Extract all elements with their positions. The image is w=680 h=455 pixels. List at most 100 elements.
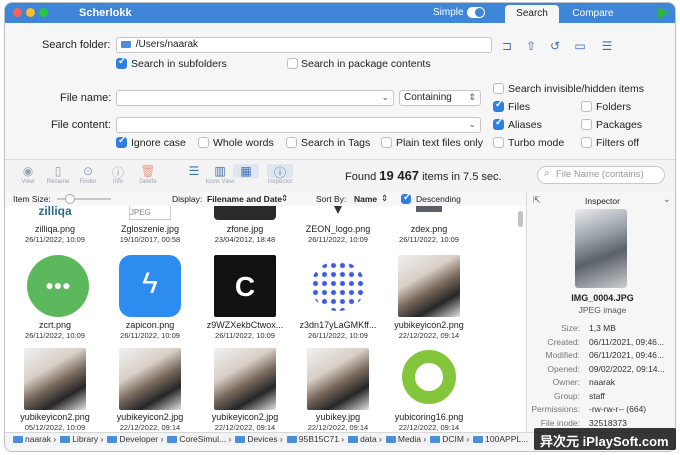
file-thumbnail[interactable] <box>214 348 276 410</box>
files-checkbox[interactable] <box>493 99 504 112</box>
upload-icon[interactable]: ⇧ <box>523 39 539 53</box>
search-subfolders-label: Search in subfolders <box>131 58 227 70</box>
folders-checkbox[interactable] <box>581 101 592 112</box>
file-name: zdex.png <box>410 224 448 234</box>
turbo-mode-checkbox[interactable] <box>493 137 504 148</box>
file-thumbnail[interactable] <box>307 348 369 410</box>
path-segment[interactable]: Media <box>398 434 421 444</box>
file-thumbnail[interactable] <box>307 255 369 317</box>
packages-checkbox[interactable] <box>581 119 592 130</box>
path-segment[interactable]: Devices <box>247 434 277 444</box>
path-segment[interactable]: DCIM <box>442 434 464 444</box>
file-date: 26/11/2022, 10:09 <box>25 331 85 340</box>
filters-off-checkbox[interactable] <box>581 137 592 148</box>
path-segment[interactable]: CoreSimul... <box>179 434 226 444</box>
tab-search[interactable]: Search <box>505 5 559 23</box>
minimize-window-button[interactable] <box>26 8 35 17</box>
stepper-icon: ⇕ <box>281 193 289 203</box>
descending-checkbox[interactable] <box>401 192 411 204</box>
file-thumbnail[interactable] <box>398 255 460 317</box>
inspector-key: Permissions: <box>531 404 580 414</box>
file-thumbnail[interactable] <box>307 206 369 220</box>
filter-search-input[interactable]: File Name (contains) <box>537 166 665 184</box>
file-thumbnail[interactable]: C <box>214 255 276 317</box>
descending-label: Descending <box>416 194 461 204</box>
view-button[interactable]: ◉ View <box>15 164 41 185</box>
finder-button[interactable]: ⊙ Finder <box>75 164 101 185</box>
file-name: z3dn17yLaGMKff... <box>299 320 377 330</box>
item-size-slider[interactable] <box>57 194 111 204</box>
file-thumbnail[interactable] <box>119 348 181 410</box>
path-segment[interactable]: 95B15C71 <box>299 434 339 444</box>
package-contents-checkbox[interactable] <box>287 58 298 69</box>
grid-view-button[interactable]: ▦ <box>233 164 259 178</box>
delete-button[interactable]: 🗑 Delete <box>135 164 161 185</box>
file-date: 22/12/2022, 09:14 <box>307 423 369 432</box>
display-options-bar: Item Size: Display: Filename and Date ⇕ … <box>5 192 525 206</box>
file-thumbnail[interactable]: JPEG <box>119 206 181 220</box>
path-segment[interactable]: Developer <box>119 434 158 444</box>
grid-view-icon: ▦ <box>240 164 252 178</box>
search-folder-label: Search folder: <box>42 39 111 51</box>
file-name: zfone.jpg <box>226 224 264 234</box>
file-thumbnail[interactable]: zilliqa <box>24 206 86 220</box>
rename-button[interactable]: ▯ Rename <box>45 164 71 185</box>
aliases-checkbox[interactable] <box>493 117 504 130</box>
file-name: yubikeyicon2.png <box>394 320 464 330</box>
inspector-panel: ⇱ Inspector ⌄ IMG_0004.JPG JPEG image Si… <box>526 192 675 432</box>
file-date: 22/12/2022, 09:14 <box>119 423 181 432</box>
file-name-mode-select[interactable]: Containing ⇕ <box>399 90 481 106</box>
display-select[interactable]: Filename and Date <box>207 194 282 204</box>
history-icon[interactable]: ↺ <box>547 39 563 53</box>
grid-scrollbar[interactable] <box>518 211 523 227</box>
tab-compare[interactable]: Compare <box>565 5 621 23</box>
list-options-icon[interactable]: ☰ <box>599 39 615 53</box>
open-folder-icon[interactable]: ⊐ <box>499 39 515 53</box>
slider-knob[interactable] <box>65 194 75 204</box>
sort-by-select[interactable]: Name <box>354 194 377 204</box>
icons-view-button[interactable]: ▥ Icons View <box>206 164 235 185</box>
plain-text-label: Plain text files only <box>396 137 483 149</box>
stepper-icon: ⇕ <box>468 92 476 102</box>
whole-words-checkbox[interactable] <box>198 137 209 148</box>
inspector-value: 1,3 MB <box>589 323 616 333</box>
file-content-input[interactable]: ⌄ <box>116 117 481 133</box>
path-segment[interactable]: Library <box>72 434 98 444</box>
search-folder-field[interactable]: /Users/naarak <box>116 37 492 53</box>
inspector-value: -rw-rw-r-- (664) <box>589 404 647 414</box>
close-window-button[interactable] <box>13 8 22 17</box>
list-view-button[interactable]: ☰ <box>181 164 207 179</box>
path-segment[interactable]: naarak <box>25 434 51 444</box>
filters-off-label: Filters off <box>596 137 639 149</box>
search-in-tags-checkbox[interactable] <box>286 137 297 148</box>
pin-icon: ⊙ <box>82 164 94 178</box>
file-thumbnail[interactable] <box>398 348 460 410</box>
folder-icon <box>286 436 297 444</box>
chevron-right-icon: › <box>277 434 283 444</box>
path-segment[interactable]: 100APPL... <box>485 434 528 444</box>
info-button[interactable]: ⓘ Info <box>105 164 131 185</box>
search-subfolders-checkbox[interactable] <box>116 56 127 69</box>
path-segment[interactable]: data <box>360 434 377 444</box>
file-thumbnail[interactable]: ●●● <box>27 255 89 317</box>
plain-text-checkbox[interactable] <box>381 137 392 148</box>
file-date: 05/12/2022, 10:09 <box>24 423 86 432</box>
file-thumbnail[interactable]: ϟ <box>119 255 181 317</box>
simple-mode-toggle[interactable] <box>467 7 485 18</box>
inspector-icon: ⓘ <box>273 166 286 180</box>
chevron-right-icon: › <box>338 434 345 444</box>
saved-searches-icon[interactable]: ▭ <box>572 39 588 53</box>
file-thumbnail[interactable] <box>24 348 86 410</box>
search-in-tags-label: Search in Tags <box>301 137 371 149</box>
ignore-case-checkbox[interactable] <box>116 135 127 148</box>
file-thumbnail[interactable] <box>214 206 276 220</box>
folder-icon <box>13 436 23 444</box>
inspector-button[interactable]: ⓘ Inspector <box>267 164 293 185</box>
start-search-play-icon[interactable] <box>658 7 669 19</box>
file-thumbnail[interactable] <box>398 206 460 220</box>
invisible-items-checkbox[interactable] <box>493 83 504 94</box>
file-name-input[interactable]: ⌄ <box>116 90 394 106</box>
chevron-down-icon[interactable]: ⌄ <box>663 194 671 205</box>
zoom-window-button[interactable] <box>39 8 48 17</box>
inspector-value: naarak <box>589 377 615 387</box>
